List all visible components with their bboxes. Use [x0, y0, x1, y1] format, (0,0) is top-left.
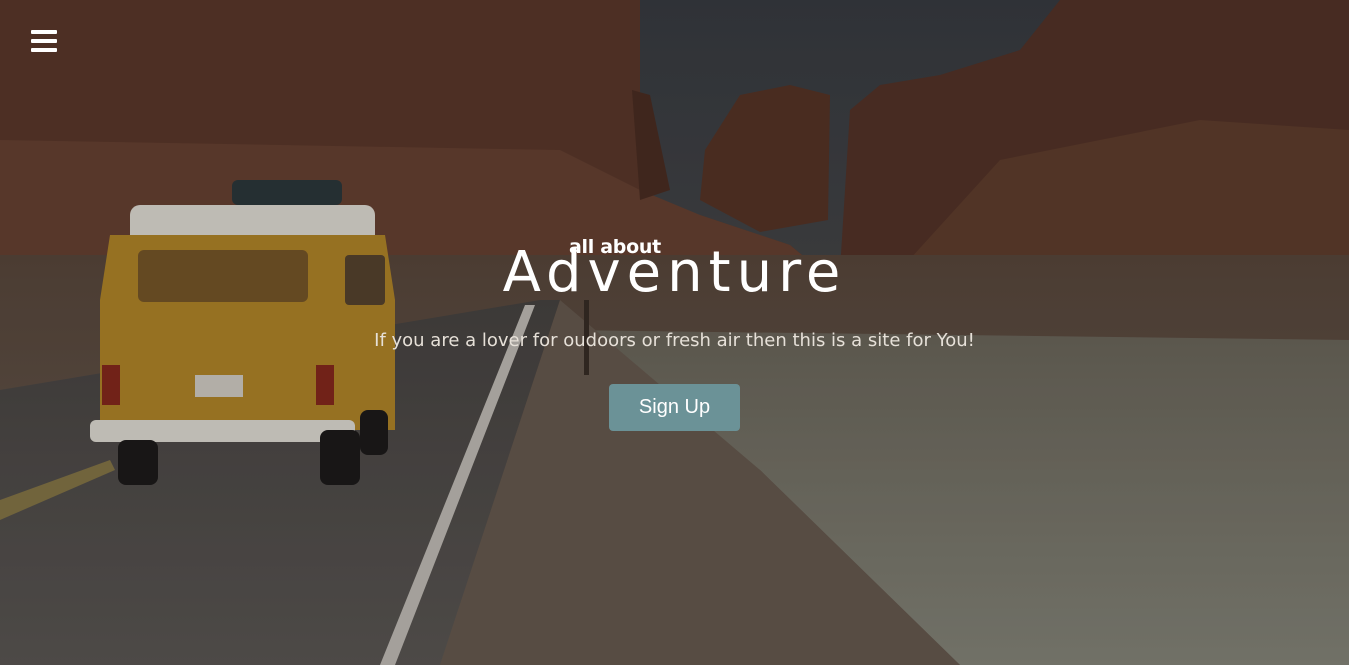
menu-bar: [31, 30, 57, 34]
hamburger-menu-icon[interactable]: [31, 30, 57, 54]
hero-subtitle: If you are a lover for oudoors or fresh …: [374, 330, 975, 351]
menu-bar: [31, 39, 57, 43]
menu-bar: [31, 48, 57, 52]
page-title: Adventure: [502, 240, 847, 305]
sign-up-button[interactable]: Sign Up: [609, 384, 740, 431]
hero-section: all about Adventure If you are a lover f…: [0, 0, 1349, 665]
